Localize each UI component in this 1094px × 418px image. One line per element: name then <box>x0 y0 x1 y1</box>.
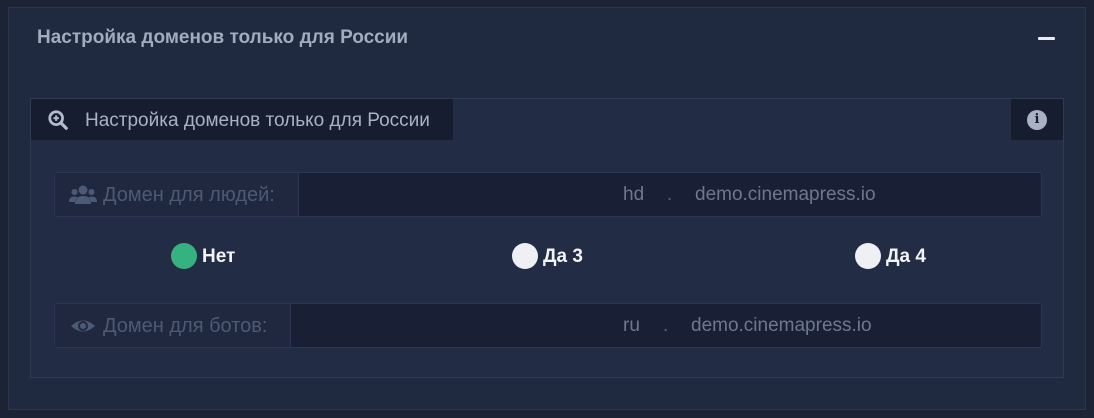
users-icon <box>69 185 97 204</box>
human-domain-label: Домен для людей: <box>103 184 275 206</box>
bot-domain-label: Домен для ботов: <box>103 315 268 337</box>
mirror-options: Нет Да 3 Да 4 <box>31 241 1063 271</box>
search-plus-icon <box>48 110 68 130</box>
radio-unchecked-icon <box>512 243 538 269</box>
info-button[interactable]: i <box>1011 99 1063 140</box>
bot-subdomain-input[interactable]: ru <box>623 315 640 337</box>
human-domain-label-box: Домен для людей: <box>55 173 299 216</box>
info-circle-icon: i <box>1027 110 1047 130</box>
domain-separator: . <box>667 184 673 205</box>
eye-icon <box>71 320 95 332</box>
settings-panel: Настройка доменов только для России Наст… <box>8 7 1086 410</box>
tab-domain-settings[interactable]: Настройка доменов только для России <box>31 99 453 140</box>
bot-domain-input[interactable]: demo.cinemapress.io <box>691 315 872 337</box>
human-domain-field: Домен для людей: hd . demo.cinemapress.i… <box>54 172 1042 217</box>
radio-unchecked-icon <box>855 243 881 269</box>
option-label: Да 4 <box>886 246 926 267</box>
option-label: Нет <box>202 246 236 267</box>
radio-checked-icon <box>171 243 197 269</box>
domain-separator: . <box>663 315 669 336</box>
collapse-button[interactable] <box>1035 28 1059 48</box>
panel-title: Настройка доменов только для России <box>37 27 409 48</box>
bot-domain-field: Домен для ботов: ru . demo.cinemapress.i… <box>54 303 1042 348</box>
domain-settings-card: Настройка доменов только для России i До… <box>30 98 1064 378</box>
option-label: Да 3 <box>543 246 583 267</box>
tab-label: Настройка доменов только для России <box>85 110 430 131</box>
human-domain-input[interactable]: demo.cinemapress.io <box>695 184 876 206</box>
human-subdomain-input[interactable]: hd <box>623 184 644 206</box>
bot-domain-label-box: Домен для ботов: <box>55 304 291 347</box>
panel-header: Настройка доменов только для России <box>9 8 1085 68</box>
